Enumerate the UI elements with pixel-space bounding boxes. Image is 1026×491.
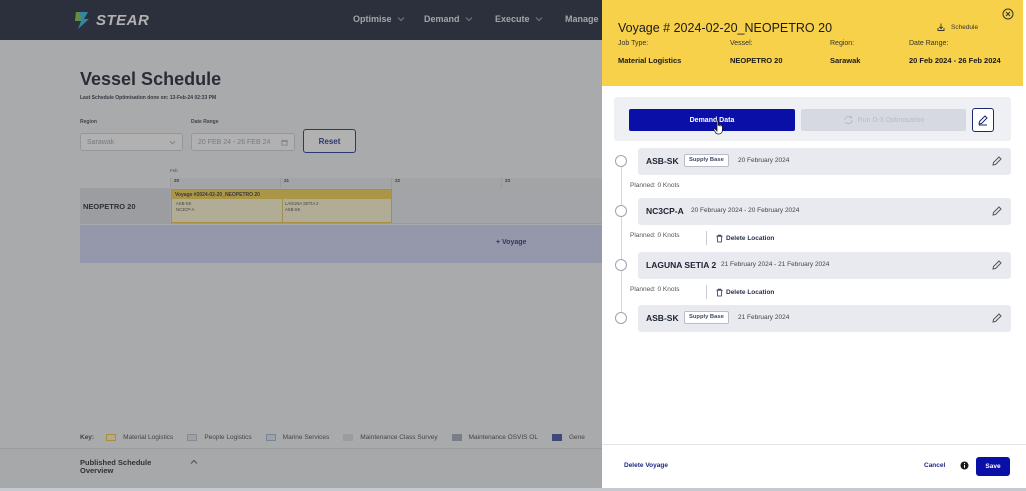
route-timeline-rail	[621, 165, 622, 318]
vessel-label: Vessel:	[730, 40, 753, 47]
stop-date: 20 February 2024	[738, 157, 790, 164]
demand-data-button[interactable]: Demand Data	[629, 109, 795, 131]
voyage-drawer: Voyage # 2024-02-20_NEOPETRO 20 Schedule…	[602, 0, 1026, 491]
region-value: Sarawak	[830, 56, 861, 65]
voyage-title: Voyage # 2024-02-20_NEOPETRO 20	[618, 21, 833, 35]
trash-icon	[716, 288, 723, 296]
pencil-icon	[978, 115, 988, 126]
planned-speed: Planned: 0 Knots	[630, 182, 680, 189]
save-button[interactable]: Save	[976, 457, 1010, 476]
delete-location-button[interactable]: Delete Location	[706, 231, 774, 245]
mouse-pointer-icon	[713, 119, 723, 135]
delete-location-label: Delete Location	[726, 288, 775, 296]
vessel-value: NEOPETRO 20	[730, 56, 783, 65]
pencil-icon[interactable]	[991, 312, 1003, 324]
planned-speed: Planned: 0 Knots	[630, 286, 680, 293]
stop-card: ASB-SK Supply Base 20 February 2024	[638, 148, 1011, 175]
stop-marker	[615, 205, 627, 217]
schedule-link[interactable]: Schedule	[936, 22, 978, 32]
pencil-icon[interactable]	[991, 205, 1003, 217]
stop-card: LAGUNA SETIA 2 21 February 2024 - 21 Feb…	[638, 252, 1011, 279]
schedule-link-label: Schedule	[951, 23, 979, 31]
schedule-icon	[937, 23, 945, 31]
date-range-value: 20 Feb 2024 - 26 Feb 2024	[909, 56, 1001, 65]
stop-name: ASB-SK	[646, 156, 679, 166]
stop-name: ASB-SK	[646, 313, 679, 323]
job-type-value: Material Logistics	[618, 56, 682, 65]
date-range-label: Date Range:	[909, 40, 949, 47]
run-optimisation-label: Run D-3 Optimisation	[857, 116, 925, 124]
planned-speed: Planned: 0 Knots	[630, 232, 680, 239]
stop-name: NC3CP-A	[646, 206, 684, 216]
supply-base-badge: Supply Base	[684, 154, 729, 167]
stop-marker	[615, 312, 627, 324]
stop-card: ASB-SK Supply Base 21 February 2024	[638, 305, 1011, 332]
stop-marker	[615, 155, 627, 167]
supply-base-badge: Supply Base	[684, 311, 729, 324]
stop-date: 20 February 2024 - 20 February 2024	[691, 207, 800, 214]
stop-name: LAGUNA SETIA 2	[646, 260, 717, 270]
modal-backdrop[interactable]	[0, 0, 602, 491]
delete-voyage-button[interactable]: Delete Voyage	[624, 462, 668, 469]
stop-date: 21 February 2024	[738, 314, 790, 321]
pencil-icon[interactable]	[991, 259, 1003, 271]
delete-location-button[interactable]: Delete Location	[706, 285, 774, 299]
edit-voyage-button[interactable]	[972, 108, 994, 132]
delete-location-label: Delete Location	[726, 234, 775, 242]
refresh-icon	[844, 115, 853, 125]
stop-card: NC3CP-A 20 February 2024 - 20 February 2…	[638, 198, 1011, 225]
close-icon[interactable]	[1002, 8, 1014, 20]
info-icon[interactable]	[960, 461, 969, 470]
stop-date: 21 February 2024 - 21 February 2024	[721, 261, 830, 268]
region-label: Region:	[830, 40, 855, 47]
pencil-icon[interactable]	[991, 155, 1003, 167]
footer-divider	[602, 444, 1026, 445]
job-type-label: Job Type:	[618, 40, 649, 47]
trash-icon	[716, 234, 723, 242]
drawer-header: Voyage # 2024-02-20_NEOPETRO 20 Schedule…	[602, 0, 1023, 86]
stop-marker	[615, 259, 627, 271]
cancel-button[interactable]: Cancel	[924, 462, 945, 469]
run-optimisation-button[interactable]: Run D-3 Optimisation	[801, 109, 966, 131]
